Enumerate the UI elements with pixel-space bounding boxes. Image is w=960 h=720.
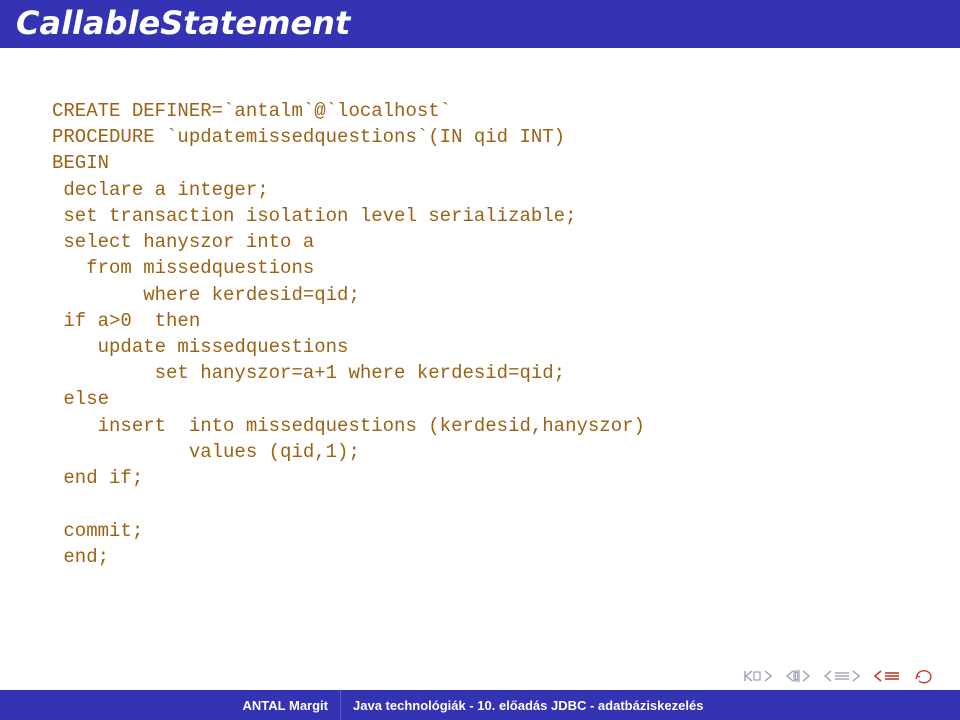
footer-topic: Java technológiák - 10. előadás JDBC - a… <box>341 698 960 713</box>
nav-next[interactable] <box>874 670 900 682</box>
slide-title: CallableStatement <box>16 4 944 42</box>
chevron-left-red-icon <box>874 670 882 682</box>
nav-controls <box>744 668 934 684</box>
slide-content: CREATE DEFINER=`antalm`@`localhost` PROC… <box>0 48 960 570</box>
title-bar: CallableStatement <box>0 0 960 48</box>
nav-back[interactable] <box>824 670 860 682</box>
chevron-right-icon <box>802 670 810 682</box>
footer-author: ANTAL Margit <box>0 698 340 713</box>
footer: ANTAL Margit Java technológiák - 10. elő… <box>0 690 960 720</box>
nav-prev[interactable] <box>786 670 810 682</box>
slide: CallableStatement CREATE DEFINER=`antalm… <box>0 0 960 720</box>
first-icon <box>744 670 762 682</box>
chevron-left-icon <box>824 670 832 682</box>
prev-icon <box>786 670 800 682</box>
code-block: CREATE DEFINER=`antalm`@`localhost` PROC… <box>52 98 908 570</box>
nav-first[interactable] <box>744 670 772 682</box>
equiv-icon <box>834 670 850 682</box>
nav-loop[interactable] <box>914 668 934 684</box>
chevron-right-icon <box>852 670 860 682</box>
chevron-right-icon <box>764 670 772 682</box>
equiv-red-icon <box>884 670 900 682</box>
loop-icon <box>914 668 934 684</box>
